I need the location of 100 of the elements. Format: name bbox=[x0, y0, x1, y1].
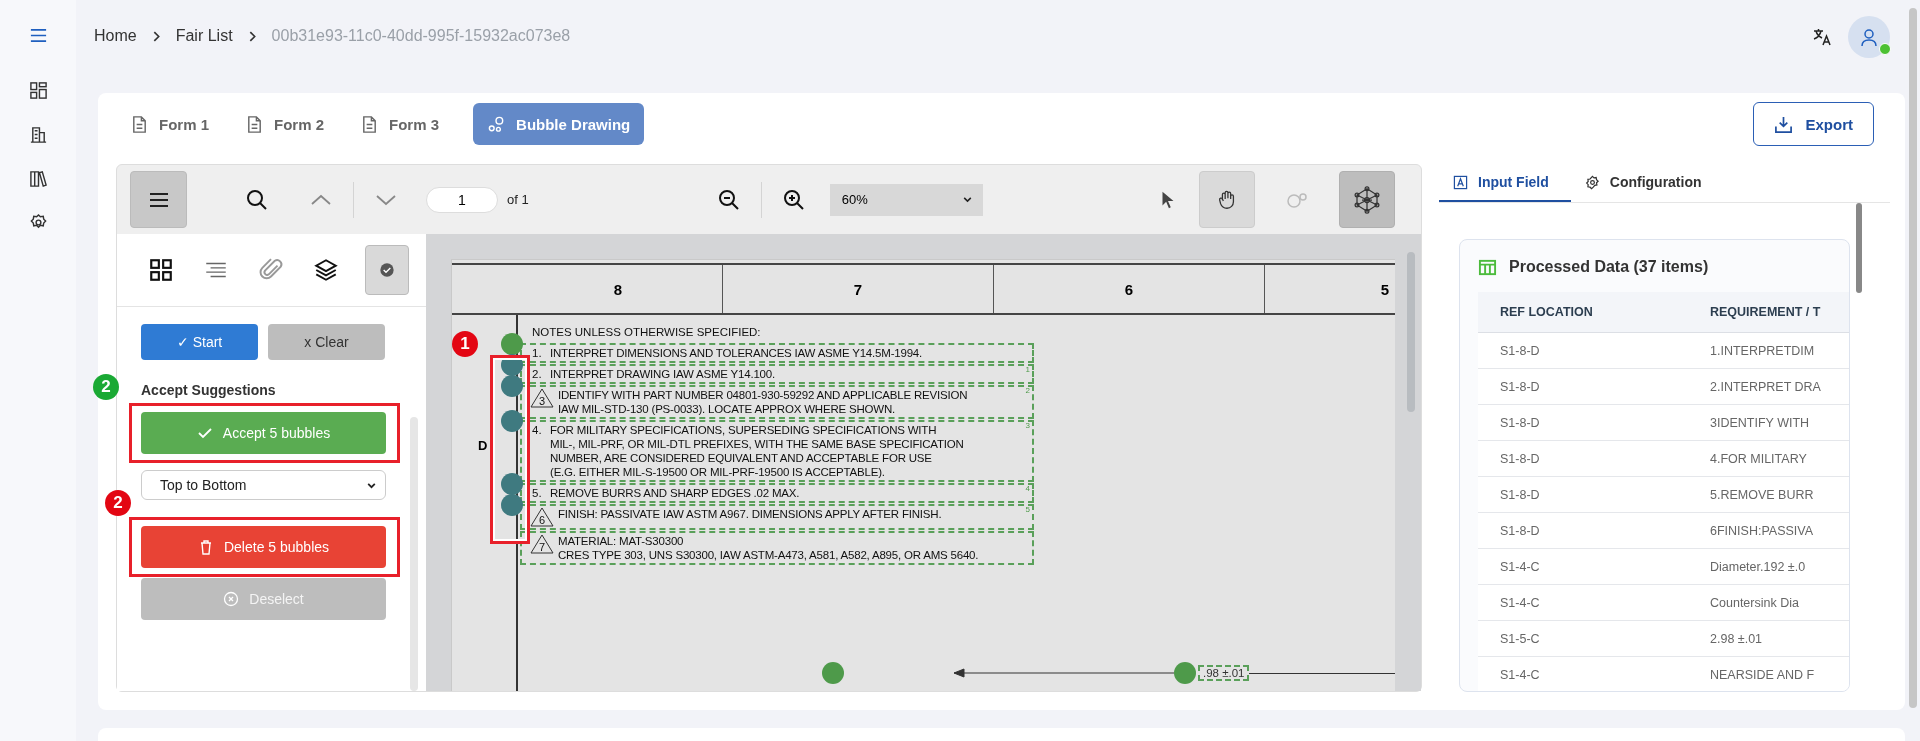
bubble-marker[interactable] bbox=[1174, 662, 1196, 684]
bubble-marker[interactable] bbox=[501, 473, 523, 495]
building-icon[interactable] bbox=[28, 125, 48, 144]
breadcrumb-item[interactable]: Fair List bbox=[175, 27, 233, 45]
hand-tool-button[interactable] bbox=[1198, 171, 1255, 228]
order-select[interactable]: Top to Bottom bbox=[141, 470, 386, 500]
table-cell-text: S1-4-C bbox=[1499, 667, 1541, 682]
table-row[interactable]: S1-8-D 1.INTERPRETDIM bbox=[1478, 333, 1849, 369]
page-number-field[interactable]: 1 bbox=[426, 186, 498, 213]
column-header: REQUIREMENT / T bbox=[1710, 305, 1821, 319]
note-number: 4. bbox=[531, 423, 543, 438]
breadcrumb-item: 00b31e93-11c0-40dd-995f-15932ac073e8 bbox=[271, 27, 571, 45]
dimension-label: .98 ±.01 bbox=[1198, 665, 1250, 681]
table-row[interactable]: S1-4-C Diameter.192 ±.0 bbox=[1478, 549, 1849, 585]
scrollbar[interactable] bbox=[410, 417, 418, 691]
table-row[interactable]: S1-4-C Countersink Dia bbox=[1478, 585, 1849, 621]
tab[interactable]: Input Field bbox=[1439, 164, 1571, 202]
table-cell: Diameter.192 ±.0 bbox=[1710, 559, 1806, 574]
note-number: 1. bbox=[531, 346, 543, 360]
zone-number: 5 bbox=[1264, 265, 1395, 313]
table-cell: 2.INTERPRET DRA bbox=[1710, 379, 1821, 394]
triangle-flag: 6 bbox=[530, 507, 554, 527]
table-row[interactable]: S1-8-D 3IDENTIFY WITH bbox=[1478, 405, 1849, 441]
section-label: Accept Suggestions bbox=[141, 382, 277, 398]
table-cell-text: S1-8-D bbox=[1499, 379, 1541, 394]
zone-letter: D bbox=[478, 437, 488, 453]
bubble-marker[interactable] bbox=[501, 375, 523, 397]
translate-icon[interactable] bbox=[1812, 27, 1832, 47]
zoom-in-icon[interactable] bbox=[781, 187, 806, 212]
bubble-marker[interactable] bbox=[501, 410, 523, 432]
notes-heading: NOTES UNLESS OTHERWISE SPECIFIED: bbox=[531, 325, 762, 339]
tab[interactable]: Bubble Drawing bbox=[473, 103, 645, 145]
triangle-flag: 7 bbox=[530, 534, 554, 554]
note-text: INTERPRET DRAWING IAW ASME Y14.100. bbox=[549, 367, 775, 381]
zoom-select[interactable]: 60% bbox=[829, 183, 983, 216]
table-cell: NEARSIDE AND F bbox=[1710, 667, 1815, 682]
table-icon bbox=[1478, 257, 1497, 277]
table-cell: 1.INTERPRETDIM bbox=[1710, 343, 1815, 358]
table-cell-text: S1-4-C bbox=[1499, 559, 1541, 574]
document-icon bbox=[245, 114, 264, 134]
user-icon bbox=[1859, 27, 1879, 47]
scrollbar[interactable] bbox=[1909, 8, 1917, 708]
table-cell: 4.FOR MILITARY bbox=[1710, 451, 1807, 466]
table-cell-text: S1-8-D bbox=[1499, 343, 1541, 358]
table-cell-text: S1-8-D bbox=[1499, 523, 1541, 538]
table-row[interactable]: S1-8-D 2.INTERPRET DRA bbox=[1478, 369, 1849, 405]
sidebar-toggle-button[interactable] bbox=[130, 171, 187, 228]
card-title: Processed Data (37 items) bbox=[1509, 258, 1709, 276]
network-tool-button[interactable] bbox=[1338, 171, 1395, 228]
tab[interactable]: Form 2 bbox=[231, 103, 339, 145]
bubble-marker[interactable] bbox=[822, 662, 844, 684]
avatar[interactable] bbox=[1848, 16, 1890, 58]
table-cell-text: S1-8-D bbox=[1499, 415, 1541, 430]
zone-number: 6 bbox=[993, 265, 1264, 313]
box-number: 1 bbox=[1025, 365, 1030, 374]
annotation-badge: 2 bbox=[93, 374, 119, 400]
note-text: FOR MILITARY SPECIFICATIONS, SUPERSEDING SPECIFICATIONS WITH MIL-, MIL-PRF, OR MIL-DTL PREFIXES, WITH THE SAME BASE SPECIFICATION NUMBER, ARE CONSIDERED EQUIVALENT AND ACCEPTABLE FOR USE (E.G. EITHER MIL-S-19500 OR MIL-PRF-19500 IS ACCEPTABLE). bbox=[549, 423, 964, 479]
export-button[interactable]: Export bbox=[1753, 102, 1874, 146]
tab[interactable]: Configuration bbox=[1570, 164, 1724, 202]
bubble-marker[interactable] bbox=[501, 333, 523, 355]
table-cell-text: S1-8-D bbox=[1499, 451, 1541, 466]
tab[interactable]: Form 1 bbox=[116, 103, 223, 145]
tab[interactable]: Form 3 bbox=[346, 103, 454, 145]
menu-icon[interactable] bbox=[28, 26, 48, 45]
books-icon[interactable] bbox=[28, 169, 48, 188]
settings-icon bbox=[1584, 174, 1600, 190]
search-icon[interactable] bbox=[245, 187, 269, 212]
table-cell: 2.98 ±.01 bbox=[1710, 631, 1763, 646]
table-row[interactable]: S1-8-D 6FINISH:PASSIVA bbox=[1478, 513, 1849, 549]
box-number: 2 bbox=[1025, 386, 1030, 395]
table-cell-text: S1-8-D bbox=[1499, 487, 1541, 502]
note-text: INTERPRET DIMENSIONS AND TOLERANCES IAW ASME Y14.5M-1994. bbox=[549, 346, 923, 360]
start-button[interactable]: ✓ Start bbox=[141, 324, 258, 360]
annotation-badge: 2 bbox=[105, 490, 131, 516]
table-row[interactable]: S1-8-D 5.REMOVE BURR bbox=[1478, 477, 1849, 513]
page-count: of 1 bbox=[507, 192, 529, 207]
dashboard-icon[interactable] bbox=[28, 81, 48, 100]
close-circle-icon bbox=[223, 591, 240, 607]
box-number: 3 bbox=[1025, 421, 1030, 430]
note-text: IDENTIFY WITH PART NUMBER 04801-930-59292 AND APPLICABLE REVISION IAW MIL-STD-130 (PS-0033). LOCATE APPROX WHERE SHOWN. bbox=[557, 388, 968, 416]
triangle-flag: 3 bbox=[530, 388, 554, 408]
zoom-out-icon[interactable] bbox=[716, 187, 741, 212]
breadcrumb-item[interactable]: Home bbox=[94, 27, 137, 45]
note-text: FINISH: PASSIVATE IAW ASTM A967. DIMENSIONS APPLY AFTER FINISH. bbox=[557, 507, 942, 522]
suggestions-tab[interactable] bbox=[365, 245, 409, 295]
table-row[interactable]: S1-4-C NEARSIDE AND F bbox=[1478, 657, 1849, 691]
scrollbar[interactable] bbox=[1856, 203, 1862, 293]
table-cell: 5.REMOVE BURR bbox=[1710, 487, 1814, 502]
table-cell-text: S1-5-C bbox=[1499, 631, 1541, 646]
document-icon bbox=[130, 114, 149, 134]
download-icon bbox=[1774, 114, 1794, 134]
table-row[interactable]: S1-5-C 2.98 ±.01 bbox=[1478, 621, 1849, 657]
scrollbar[interactable] bbox=[1407, 252, 1415, 412]
bubble-marker[interactable] bbox=[501, 494, 523, 516]
delete-button[interactable]: Delete 5 bubbles bbox=[141, 526, 386, 568]
layers-icon bbox=[313, 257, 339, 283]
table-row[interactable]: S1-8-D 4.FOR MILITARY bbox=[1478, 441, 1849, 477]
note-text: MATERIAL: MAT-S30300 CRES TYPE 303, UNS S30300, IAW ASTM-A473, A581, A582, A895, OR AMS 5640. bbox=[557, 534, 979, 562]
grid-icon bbox=[148, 257, 174, 283]
clear-button[interactable]: x Clear bbox=[268, 324, 385, 360]
